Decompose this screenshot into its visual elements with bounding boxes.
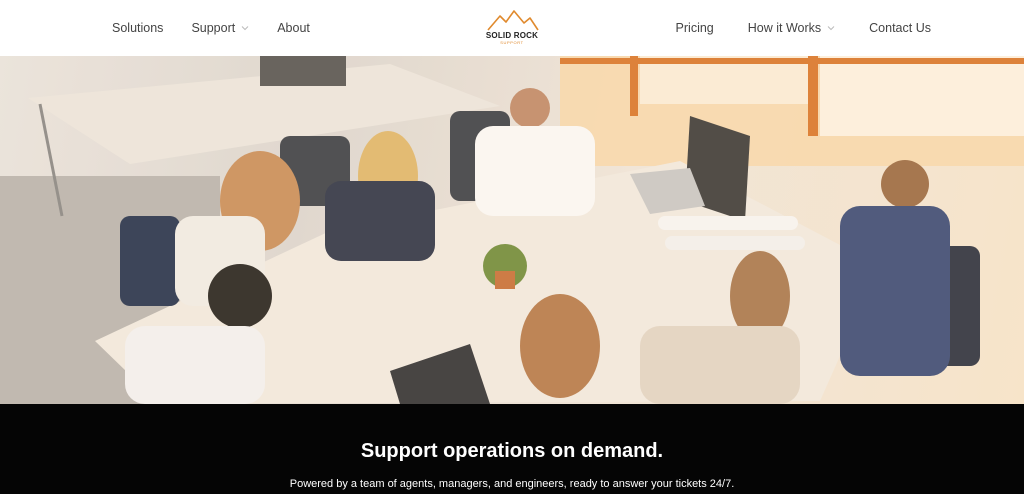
nav-item-about[interactable]: About bbox=[277, 21, 310, 35]
hero-subline: Powered by a team of agents, managers, a… bbox=[289, 478, 735, 490]
nav-item-label: How it Works bbox=[747, 21, 822, 35]
nav-item-label: Pricing bbox=[675, 21, 714, 35]
primary-nav-right: Pricing How it Works Contact Us bbox=[642, 0, 931, 56]
hero-image bbox=[0, 56, 1024, 404]
team-meeting-photo bbox=[0, 56, 1024, 404]
nav-item-solutions[interactable]: Solutions bbox=[112, 21, 163, 35]
chevron-down-icon bbox=[827, 26, 835, 31]
nav-item-how-it-works[interactable]: How it Works bbox=[748, 21, 835, 35]
site-header: Solutions Support About SOLID ROCK SUPPO… bbox=[0, 0, 1024, 56]
nav-item-label: Support bbox=[191, 21, 236, 35]
primary-nav-left: Solutions Support About bbox=[112, 0, 338, 56]
nav-item-pricing[interactable]: Pricing bbox=[676, 21, 714, 35]
hero-headline: Support operations on demand. bbox=[360, 440, 664, 462]
site-logo[interactable]: SOLID ROCK SUPPORT bbox=[478, 8, 546, 48]
nav-item-label: About bbox=[277, 21, 310, 35]
mountain-icon bbox=[487, 10, 539, 31]
nav-item-label: Solutions bbox=[112, 21, 164, 35]
logo-tagline: SUPPORT bbox=[500, 40, 524, 45]
nav-item-label: Contact Us bbox=[869, 21, 931, 35]
nav-item-contact-us[interactable]: Contact Us bbox=[869, 21, 931, 35]
chevron-down-icon bbox=[241, 26, 249, 31]
nav-item-support[interactable]: Support bbox=[191, 21, 249, 35]
logo-name: SOLID ROCK bbox=[485, 31, 539, 40]
